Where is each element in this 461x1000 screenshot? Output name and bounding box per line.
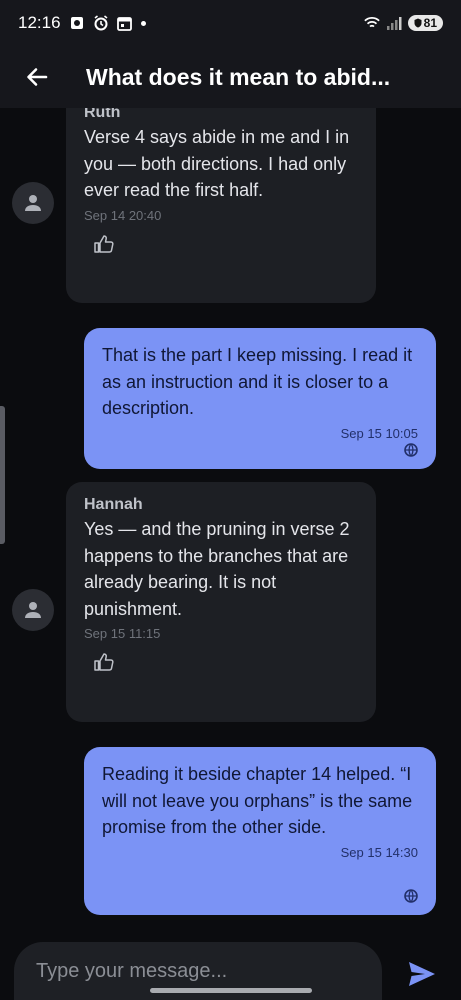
message-bubble-outgoing[interactable]: That is the part I keep missing. I read … bbox=[84, 328, 436, 469]
message-bubble-incoming[interactable]: Ruth Verse 4 says abide in me and I in y… bbox=[66, 108, 376, 303]
person-icon bbox=[25, 195, 41, 211]
thumbs-up-icon bbox=[94, 234, 114, 253]
wifi-icon bbox=[363, 15, 380, 31]
avatar[interactable] bbox=[12, 589, 54, 631]
status-right: 81 bbox=[363, 15, 443, 31]
message-bubble-outgoing[interactable]: Reading it beside chapter 14 helped. “I … bbox=[84, 747, 436, 915]
signal-icon bbox=[386, 15, 402, 31]
notification-icon bbox=[69, 15, 85, 31]
message-text: Reading it beside chapter 14 helped. “I … bbox=[102, 764, 413, 837]
message-text: Yes — and the pruning in verse 2 happens… bbox=[84, 519, 350, 619]
status-bar: 12:16 81 bbox=[0, 0, 461, 46]
thumbs-up-icon bbox=[94, 653, 114, 671]
send-icon bbox=[409, 962, 435, 986]
battery-shield-icon bbox=[414, 18, 422, 28]
home-indicator[interactable] bbox=[150, 988, 312, 993]
scrollbar[interactable] bbox=[0, 406, 5, 544]
send-button[interactable] bbox=[404, 956, 440, 992]
alarm-icon bbox=[93, 15, 109, 31]
like-button[interactable] bbox=[94, 653, 114, 671]
battery-indicator: 81 bbox=[407, 15, 443, 31]
page-title: What does it mean to abid... bbox=[86, 63, 391, 90]
message-text: That is the part I keep missing. I read … bbox=[102, 345, 413, 418]
battery-level: 81 bbox=[423, 16, 437, 30]
calendar-icon bbox=[117, 15, 133, 31]
status-left: 12:16 bbox=[18, 13, 146, 33]
message-list[interactable]: Ruth Verse 4 says abide in me and I in y… bbox=[0, 108, 461, 938]
status-time: 12:16 bbox=[18, 13, 61, 32]
globe-icon bbox=[404, 889, 418, 903]
message-timestamp: Sep 15 11:15 bbox=[84, 626, 161, 641]
sender-name: Ruth bbox=[84, 108, 121, 121]
message-text: Verse 4 says abide in me and I in you — … bbox=[84, 127, 350, 200]
more-notifications-dot bbox=[140, 20, 146, 26]
arrow-left-icon bbox=[27, 68, 48, 86]
message-bubble-incoming[interactable]: Hannah Yes — and the pruning in verse 2 … bbox=[66, 482, 376, 722]
sender-name: Hannah bbox=[84, 496, 143, 513]
person-icon bbox=[25, 602, 41, 618]
globe-icon bbox=[404, 443, 418, 457]
avatar[interactable] bbox=[12, 182, 54, 224]
message-timestamp: Sep 15 14:30 bbox=[340, 844, 418, 860]
message-timestamp: Sep 15 10:05 bbox=[340, 425, 418, 441]
like-button[interactable] bbox=[94, 234, 114, 253]
message-timestamp: Sep 14 20:40 bbox=[84, 207, 162, 223]
header: What does it mean to abid... bbox=[0, 46, 461, 108]
back-button[interactable] bbox=[20, 60, 54, 94]
